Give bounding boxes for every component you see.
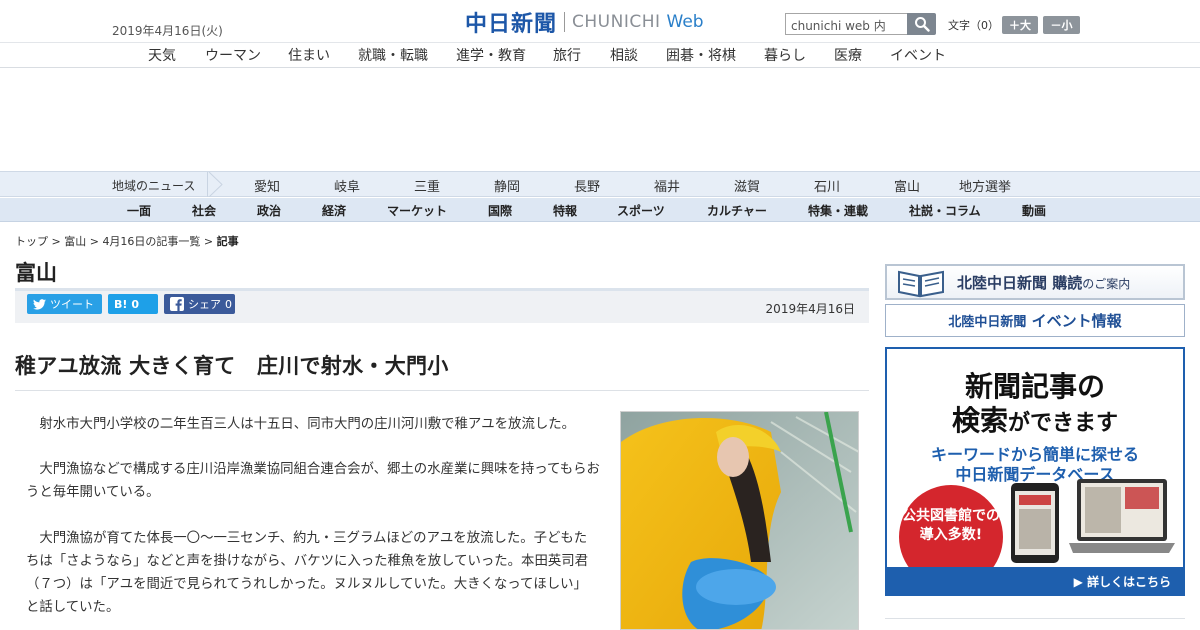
breadcrumb-sep: > <box>200 235 217 248</box>
region-link[interactable]: 富山 <box>894 176 920 195</box>
article-paragraph: 大門漁協などで構成する庄川沿岸漁業協同組合連合会が、郷土の水産業に興味を持っても… <box>26 462 600 500</box>
facebook-share-button[interactable]: シェア 0 <box>164 294 235 314</box>
chevron-right-icon <box>207 171 223 198</box>
category-link[interactable]: 住まい <box>288 45 330 65</box>
breadcrumb-region[interactable]: 富山 <box>64 235 86 248</box>
section-link[interactable]: カルチャー <box>707 202 767 219</box>
newspaper-icon <box>898 270 944 298</box>
hatena-bookmark-button[interactable]: B! 0 <box>108 294 158 314</box>
section-link[interactable]: スポーツ <box>617 202 665 219</box>
logo-en-text: CHUNICHI <box>572 12 661 32</box>
section-link[interactable]: 特報 <box>553 202 577 219</box>
section-link[interactable]: 社説・コラム <box>909 202 981 219</box>
region-link[interactable]: 地方選挙 <box>959 176 1011 195</box>
category-link[interactable]: 暮らし <box>764 45 806 65</box>
category-link[interactable]: 就職・転職 <box>358 45 428 65</box>
hatena-count: 0 <box>131 297 140 311</box>
tweet-label: ツイート <box>50 298 94 311</box>
logo-web-text: Web <box>666 12 704 32</box>
section-link[interactable]: 経済 <box>322 202 346 219</box>
facebook-count: 0 <box>225 297 232 311</box>
category-link[interactable]: ウーマン <box>205 45 261 65</box>
section-link[interactable]: 国際 <box>488 202 512 219</box>
event-title: イベント情報 <box>1031 312 1122 330</box>
section-nav: 一面 社会 政治 経済 マーケット 国際 特報 スポーツ カルチャー 特集・連載… <box>0 198 1200 222</box>
article-photo[interactable] <box>620 411 859 630</box>
region-link[interactable]: 三重 <box>414 176 440 195</box>
event-info-banner[interactable]: 北陸中日新聞 イベント情報 <box>885 304 1185 337</box>
section-link[interactable]: 政治 <box>257 202 281 219</box>
category-link[interactable]: 相談 <box>610 45 638 65</box>
article-paragraph: 大門漁協が育てた体長一〇～一三センチ、約九・三グラムほどのアユを放流した。子ども… <box>26 531 589 615</box>
category-nav: 天気 ウーマン 住まい 就職・転職 進学・教育 旅行 相談 囲碁・将棋 暮らし … <box>0 44 1200 68</box>
font-size-label: 文字（0） <box>948 19 999 32</box>
db-banner-link[interactable]: ▶ 詳しくはこちら <box>887 567 1183 594</box>
section-link[interactable]: マーケット <box>387 202 447 219</box>
database-banner[interactable]: 新聞記事の 検索ができます キーワードから簡単に探せる 中日新聞データベース 公… <box>885 347 1185 596</box>
search-button[interactable] <box>907 13 936 35</box>
category-link[interactable]: 進学・教育 <box>456 45 526 65</box>
region-link[interactable]: 岐阜 <box>334 176 360 195</box>
subscribe-banner[interactable]: 北陸中日新聞 購読のご案内 <box>885 264 1185 300</box>
category-link[interactable]: 囲碁・将棋 <box>666 45 736 65</box>
logo-divider <box>564 12 566 32</box>
subscribe-banner-text: 北陸中日新聞 購読のご案内 <box>957 272 1130 293</box>
share-bar: ツイート B! 0 シェア 0 2019年4月16日 <box>15 291 869 323</box>
facebook-icon <box>170 297 184 311</box>
breadcrumb-top[interactable]: トップ <box>15 235 48 248</box>
db-banner-line2a: 検索 <box>951 404 1008 437</box>
category-link[interactable]: 旅行 <box>553 45 581 65</box>
region-link[interactable]: 福井 <box>654 176 680 195</box>
section-link[interactable]: 動画 <box>1022 202 1046 219</box>
hatena-bookmark-icon: B! <box>114 297 128 311</box>
search-input[interactable]: chunichi web 内 <box>785 13 907 35</box>
category-link[interactable]: 医療 <box>834 45 862 65</box>
article-paragraph: 射水市大門小学校の二年生百三人は十五日、同市大門の庄川河川敷で稚アユを放流した。 <box>39 417 576 432</box>
facebook-share-label: シェア <box>188 298 221 311</box>
breadcrumb-list[interactable]: 4月16日の記事一覧 <box>102 235 200 248</box>
category-link[interactable]: イベント <box>890 45 946 65</box>
region-link[interactable]: 滋賀 <box>734 176 760 195</box>
article-headline: 稚アユ放流 大きく育て 庄川で射水・大門小 <box>15 354 449 378</box>
event-prefix: 北陸中日新聞 <box>948 315 1027 330</box>
region-nav-label: 地域のニュース <box>112 179 196 193</box>
breadcrumb: トップ > 富山 > 4月16日の記事一覧 > 記事 <box>15 233 239 249</box>
section-link[interactable]: 特集・連載 <box>808 202 868 219</box>
tweet-button[interactable]: ツイート <box>27 294 102 314</box>
ad-space <box>0 69 1200 171</box>
region-nav: 地域のニュース 愛知 岐阜 三重 静岡 長野 福井 滋賀 石川 富山 地方選挙 <box>0 171 1200 198</box>
db-banner-line2b: ができます <box>1008 410 1119 436</box>
region-link[interactable]: 静岡 <box>494 176 520 195</box>
twitter-icon <box>33 298 46 310</box>
header-date: 2019年4月16日(火) <box>112 24 223 38</box>
site-logo[interactable]: 中日新聞 CHUNICHI Web <box>465 9 704 37</box>
devices-illustration <box>1011 479 1175 563</box>
breadcrumb-sep: > <box>48 235 65 248</box>
breadcrumb-current: 記事 <box>216 235 239 248</box>
db-banner-line2: 検索ができます <box>887 399 1183 439</box>
headline-divider <box>15 390 869 391</box>
category-link[interactable]: 天気 <box>148 45 176 65</box>
sidebar-divider <box>885 618 1185 619</box>
logo-main-text: 中日新聞 <box>465 11 558 37</box>
breadcrumb-sep: > <box>86 235 103 248</box>
photo-illustration <box>621 412 858 629</box>
font-bigger-button[interactable]: ＋大 <box>1002 16 1038 34</box>
region-link[interactable]: 長野 <box>574 176 600 195</box>
subscribe-suffix: のご案内 <box>1082 276 1131 291</box>
region-link[interactable]: 石川 <box>814 176 840 195</box>
section-link[interactable]: 一面 <box>127 202 151 219</box>
page-title: 富山 <box>15 261 57 285</box>
search-icon <box>914 17 930 32</box>
font-smaller-button[interactable]: －小 <box>1043 16 1080 34</box>
subscribe-title: 北陸中日新聞 購読 <box>957 273 1083 292</box>
region-link[interactable]: 愛知 <box>254 176 280 195</box>
top-header: 2019年4月16日(火) 中日新聞 CHUNICHI Web chunichi… <box>0 0 1200 43</box>
article-date: 2019年4月16日 <box>765 302 855 316</box>
section-link[interactable]: 社会 <box>192 202 216 219</box>
